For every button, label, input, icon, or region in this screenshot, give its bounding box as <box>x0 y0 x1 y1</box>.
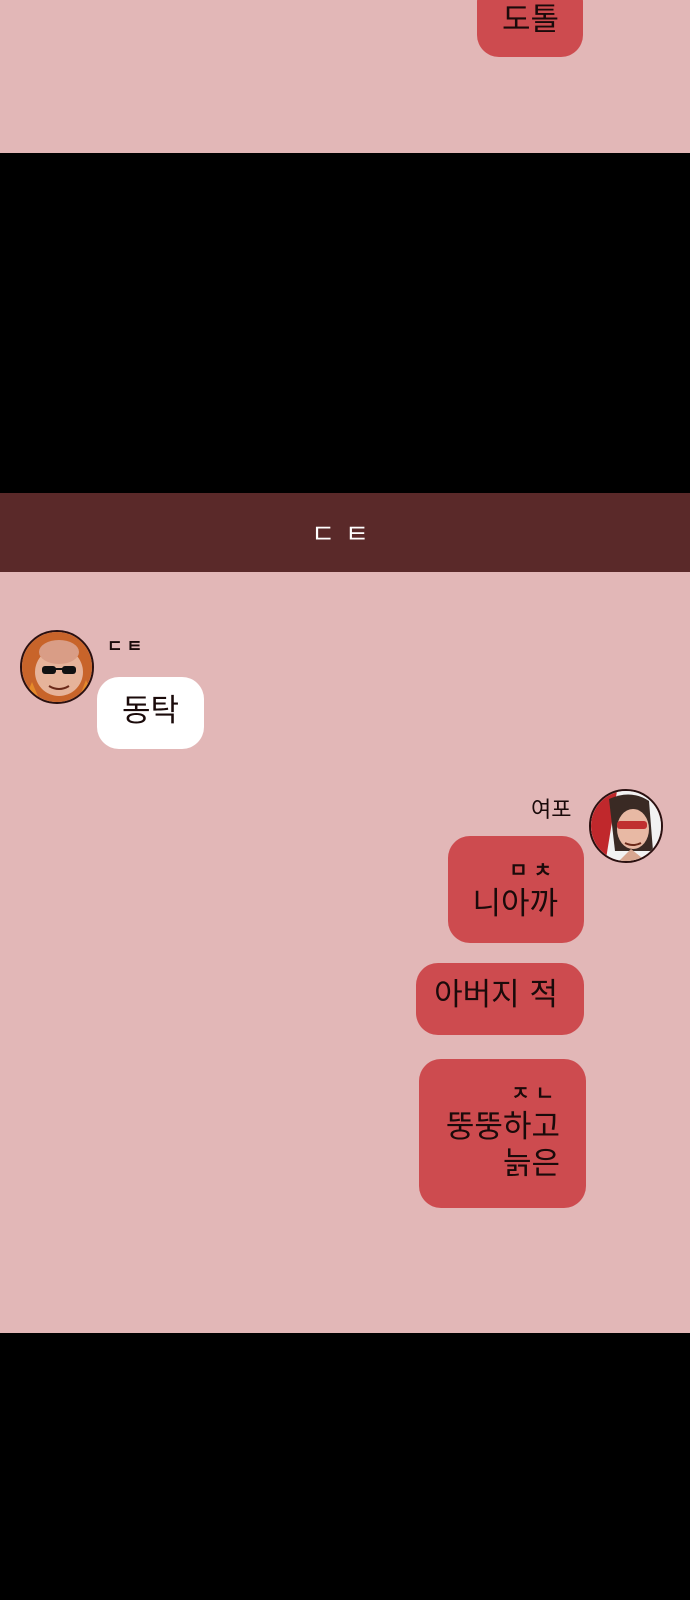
chat-header: ㄷㅌ <box>0 493 690 572</box>
chat-bubble-text: 아버지 적 <box>434 977 558 1013</box>
chat-bubble-text: 도톨 <box>501 2 559 38</box>
sender-name-left: ㄷㅌ <box>107 637 147 657</box>
avatar-yeopo-icon <box>591 791 661 861</box>
black-gutter-bottom <box>0 1333 690 1600</box>
avatar-yeopo[interactable] <box>589 789 663 863</box>
chat-bubble-right-1: ㅁㅊ 니아까 <box>448 836 584 943</box>
avatar-dongtak-icon <box>22 632 92 702</box>
chat-bubble-right-2: 아버지 적 <box>416 963 584 1035</box>
top-chat-panel: 도톨 <box>0 0 690 153</box>
chat-bubble-left: 동탁 <box>97 677 204 749</box>
chat-title: ㄷㅌ <box>311 520 379 550</box>
chat-bubble-text-line2: 늙은 <box>502 1146 560 1183</box>
sender-name-right: 여포 <box>531 798 572 823</box>
chat-bubble-text: 동탁 <box>121 693 180 729</box>
chat-panel: ㄷㅌ 동탁 여포 ㅁㅊ 니아까 아버지 적 ㅈㄴ 뚱뚱하고 늙은 <box>0 572 690 1333</box>
chat-bubble-text: 니아까 <box>472 886 558 922</box>
avatar-dongtak[interactable] <box>20 630 94 704</box>
chat-bubble-right-3: ㅈㄴ 뚱뚱하고 늙은 <box>419 1059 586 1208</box>
chat-bubble-top: 도톨 <box>477 0 583 57</box>
chat-bubble-text-line1: 뚱뚱하고 <box>445 1109 560 1145</box>
chat-bubble-small-text: ㅈㄴ <box>511 1081 560 1105</box>
black-gutter <box>0 153 690 493</box>
chat-bubble-small-text: ㅁㅊ <box>509 858 558 882</box>
